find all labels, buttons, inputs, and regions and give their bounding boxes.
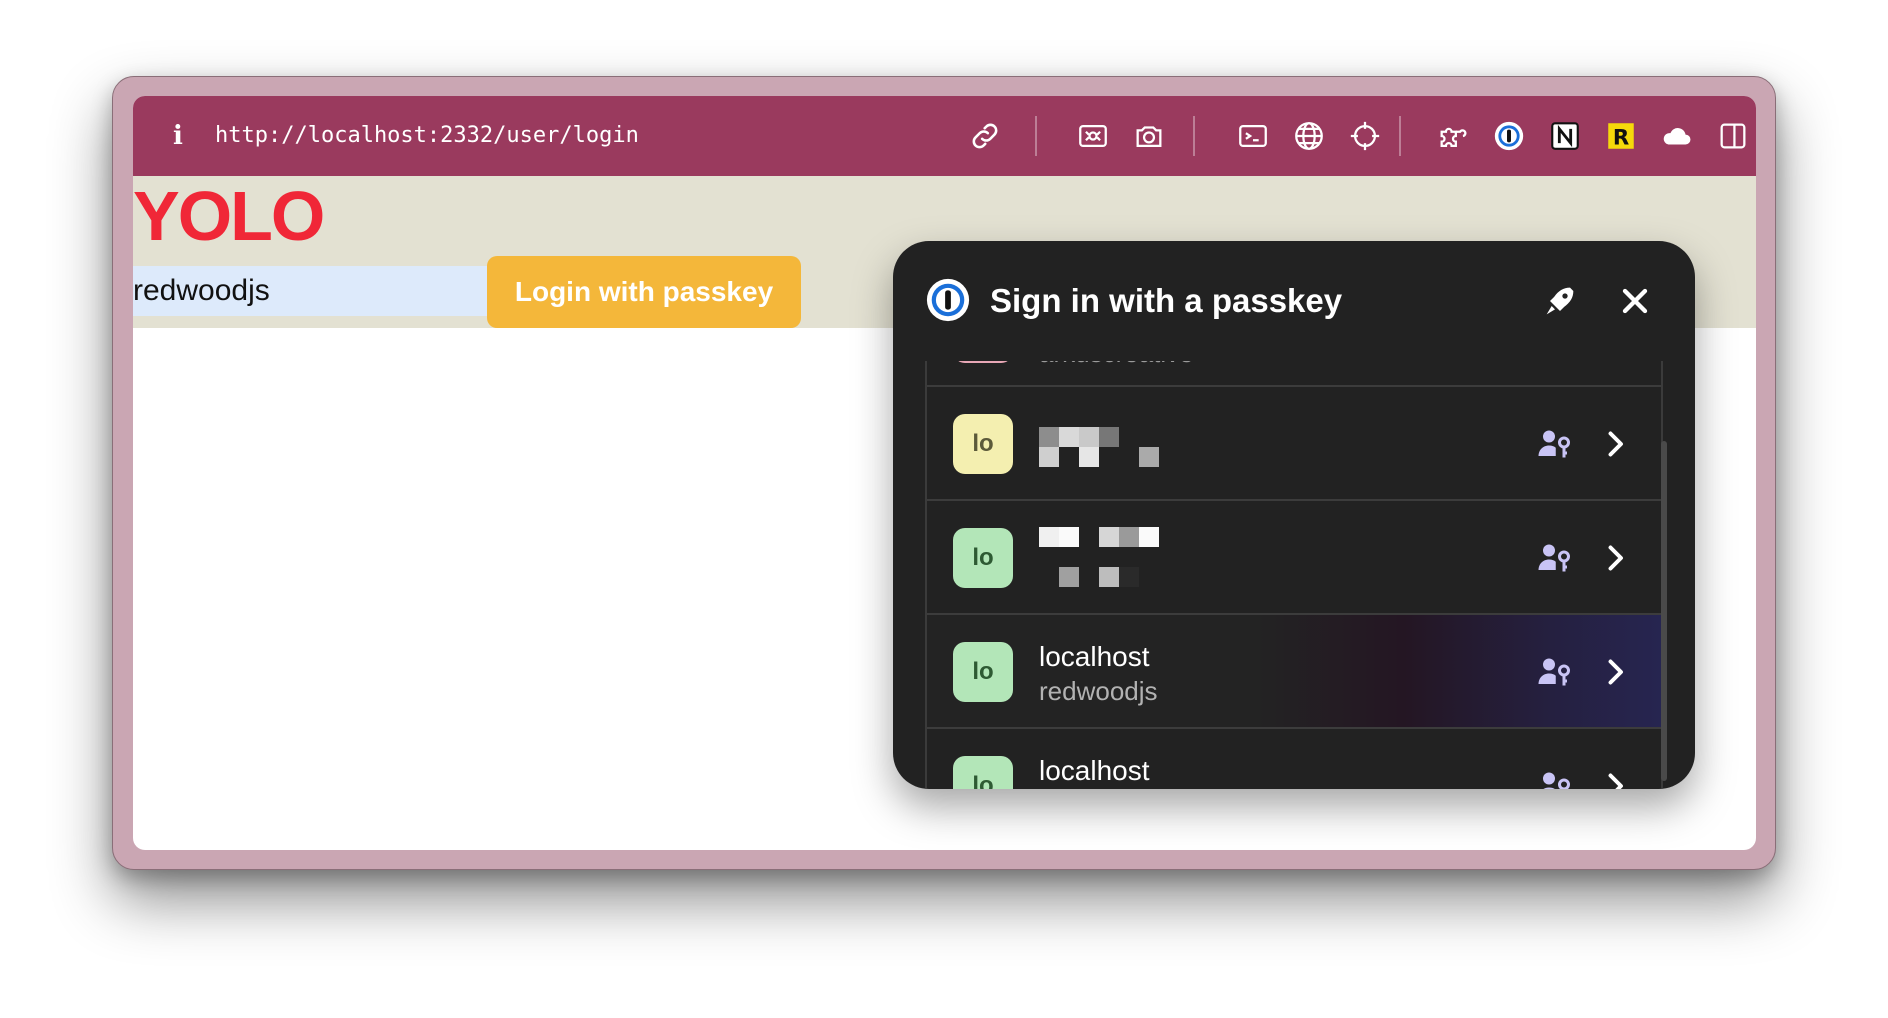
- list-item[interactable]: lo localhost: [927, 729, 1661, 789]
- row-title: localhost: [1039, 755, 1150, 786]
- terminal-icon[interactable]: [1233, 116, 1273, 156]
- chevron-right-icon[interactable]: [1597, 426, 1633, 462]
- list-item[interactable]: lo localhost redwoodjs: [927, 615, 1661, 729]
- avatar: lo: [953, 414, 1013, 474]
- 1password-logo-icon: [926, 278, 970, 322]
- passkey-popup: Sign in with a passkey arkuscreative: [893, 241, 1695, 789]
- browser-content: i http://localhost:2332/user/login R YOL…: [133, 96, 1756, 850]
- avatar: [953, 361, 1013, 363]
- passkey-person-icon: [1543, 772, 1570, 789]
- passkey-person-icon: [1538, 544, 1570, 572]
- address-bar[interactable]: http://localhost:2332/user/login: [215, 118, 639, 154]
- chevron-right-icon[interactable]: [1597, 654, 1633, 690]
- link-icon[interactable]: [965, 116, 1005, 156]
- close-icon[interactable]: [1615, 281, 1655, 321]
- username-input[interactable]: [133, 266, 488, 316]
- avatar: lo: [953, 756, 1013, 789]
- toolbar-separator: [1193, 116, 1195, 156]
- crosshair-icon[interactable]: [1345, 116, 1385, 156]
- list-item[interactable]: lo: [927, 387, 1661, 501]
- notion-icon[interactable]: [1545, 116, 1585, 156]
- row-subtitle: arkuscreative: [1039, 361, 1194, 369]
- popup-scrollbar[interactable]: [1661, 441, 1667, 781]
- r-extension-icon[interactable]: R: [1601, 116, 1641, 156]
- page-title: YOLO: [133, 177, 325, 255]
- popup-title: Sign in with a passkey: [990, 282, 1343, 319]
- toolbar-separator: [1035, 116, 1037, 156]
- avatar: lo: [953, 642, 1013, 702]
- toolbar-separator: [1399, 116, 1401, 156]
- photo-frame-icon[interactable]: [1073, 116, 1113, 156]
- passkey-person-icon: [1538, 658, 1570, 686]
- sidebar-icon[interactable]: [1713, 116, 1753, 156]
- passkey-person-icon: [1538, 430, 1570, 458]
- row-subtitle: redwoodjs: [1039, 676, 1158, 706]
- chevron-right-icon[interactable]: [1597, 768, 1633, 789]
- login-with-passkey-button[interactable]: Login with passkey: [487, 256, 801, 328]
- browser-window: i http://localhost:2332/user/login R YOL…: [112, 76, 1776, 870]
- camera-icon[interactable]: [1129, 116, 1169, 156]
- browser-toolbar: i http://localhost:2332/user/login R: [133, 96, 1756, 176]
- list-item[interactable]: arkuscreative: [927, 361, 1661, 387]
- svg-text:R: R: [1613, 126, 1629, 151]
- row-title: localhost: [1039, 641, 1150, 672]
- 1password-icon[interactable]: [1489, 116, 1529, 156]
- info-icon[interactable]: i: [168, 120, 188, 152]
- cloud-icon[interactable]: [1657, 116, 1697, 156]
- puzzle-icon[interactable]: [1433, 116, 1473, 156]
- avatar: lo: [953, 528, 1013, 588]
- list-item[interactable]: lo: [927, 501, 1661, 615]
- rocket-icon[interactable]: [1540, 281, 1580, 321]
- passkey-list: arkuscreative lo: [925, 361, 1663, 789]
- globe-icon[interactable]: [1289, 116, 1329, 156]
- chevron-right-icon[interactable]: [1597, 540, 1633, 576]
- popup-header: Sign in with a passkey: [893, 241, 1695, 361]
